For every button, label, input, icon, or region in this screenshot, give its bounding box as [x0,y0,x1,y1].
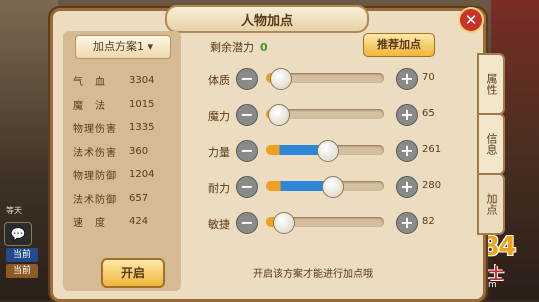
attribute-value: 280 [422,180,442,191]
stat-row: 法术防御 657 [69,187,175,211]
chat-icon[interactable]: 💬 [4,222,32,246]
attribute-label: 体质 [208,74,230,87]
stat-row: 物理防御 1204 [69,163,175,187]
stat-label: 魔 法 [73,100,106,112]
stat-row: 魔 法 1015 [69,93,175,117]
stat-label: 物理防御 [73,171,117,183]
slider-handle[interactable] [317,140,339,162]
attribute-label: 魔力 [208,110,230,123]
attribute-row-endurance: 耐力 − + 280 [208,175,448,199]
stat-row: 物理伤害 1335 [69,116,175,140]
hint-text: 开启该方案才能进行加点哦 [253,269,373,280]
attribute-slider[interactable] [266,104,384,126]
increase-button[interactable]: + [396,140,418,162]
decrease-button[interactable]: − [236,176,258,198]
plus-icon: + [400,141,414,160]
decrease-button[interactable]: − [236,68,258,90]
stat-value: 1204 [129,169,155,181]
panel-title: 人物加点 [240,13,293,29]
open-scheme-button[interactable]: 开启 [101,258,165,288]
attribute-slider[interactable] [266,212,384,234]
attribute-row-constitution: 体质 − + 70 [208,67,448,91]
minus-icon: − [240,213,254,232]
attribute-value: 65 [422,108,435,119]
stat-value: 3304 [129,75,155,87]
recommend-points-button[interactable]: 推荐加点 [363,33,435,57]
tab-add-points[interactable]: 加点 [477,173,505,235]
attribute-value: 82 [422,216,435,227]
remaining-value: 0 [260,41,268,54]
attribute-row-strength: 力量 − + 261 [208,139,448,163]
stat-value: 1335 [129,122,155,134]
attribute-value: 70 [422,72,435,83]
scene-label: 等天 [6,206,22,215]
plus-icon: + [400,105,414,124]
attribute-label: 耐力 [208,182,230,195]
tab-attributes[interactable]: 属性 [477,53,505,115]
minus-icon: − [240,177,254,196]
title-bar: 人物加点 [165,5,369,33]
stat-row: 速 度 424 [69,210,175,234]
plus-icon: + [400,69,414,88]
slider-handle[interactable] [322,176,344,198]
plus-icon: + [400,177,414,196]
increase-button[interactable]: + [396,68,418,90]
stat-row: 法术伤害 360 [69,140,175,164]
stat-label: 气 血 [73,77,106,89]
attribute-slider[interactable] [266,140,384,162]
stats-list: 气 血 3304 魔 法 1015 物理伤害 1335 法术伤害 360 物理防御 120… [69,69,175,234]
stats-panel: 加点方案1 ▾ 气 血 3304 魔 法 1015 物理伤害 1335 法术伤害 360… [63,31,181,291]
close-button[interactable]: ✕ [458,7,484,33]
attribute-row-agility: 敏捷 − + 82 [208,211,448,235]
stat-label: 速 度 [73,218,106,230]
stat-value: 657 [129,192,149,204]
attribute-label: 力量 [208,146,230,159]
stat-label: 物理伤害 [73,124,117,136]
slider-handle[interactable] [270,68,292,90]
stat-label: 法术防御 [73,194,117,206]
stat-value: 1015 [129,98,155,110]
attribute-label: 敏捷 [208,218,230,231]
slider-handle[interactable] [268,104,290,126]
channel-tag-team[interactable]: 当前 [6,264,38,278]
decrease-button[interactable]: − [236,212,258,234]
attribute-slider[interactable] [266,68,384,90]
scheme-dropdown[interactable]: 加点方案1 ▾ [75,35,171,59]
plus-icon: + [400,213,414,232]
stat-row: 气 血 3304 [69,69,175,93]
stat-value: 360 [129,145,149,157]
increase-button[interactable]: + [396,212,418,234]
decrease-button[interactable]: − [236,104,258,126]
attribute-value: 261 [422,144,442,155]
attribute-slider[interactable] [266,176,384,198]
channel-tag-current[interactable]: 当前 [6,248,38,262]
increase-button[interactable]: + [396,176,418,198]
minus-icon: − [240,69,254,88]
decrease-button[interactable]: − [236,140,258,162]
increase-button[interactable]: + [396,104,418,126]
minus-icon: − [240,105,254,124]
character-points-panel: 人物加点 ✕ 加点方案1 ▾ 气 血 3304 魔 法 1015 物理伤害 1335 … [50,5,505,302]
remaining-potential: 剩余潜力 0 [210,39,268,55]
attribute-row-magic: 魔力 − + 65 [208,103,448,127]
slider-handle[interactable] [273,212,295,234]
stat-label: 法术伤害 [73,147,117,159]
close-icon: ✕ [464,11,478,29]
remaining-label: 剩余潜力 [210,41,254,54]
tab-info[interactable]: 信息 [477,113,505,175]
minus-icon: − [240,141,254,160]
stat-value: 424 [129,216,149,228]
